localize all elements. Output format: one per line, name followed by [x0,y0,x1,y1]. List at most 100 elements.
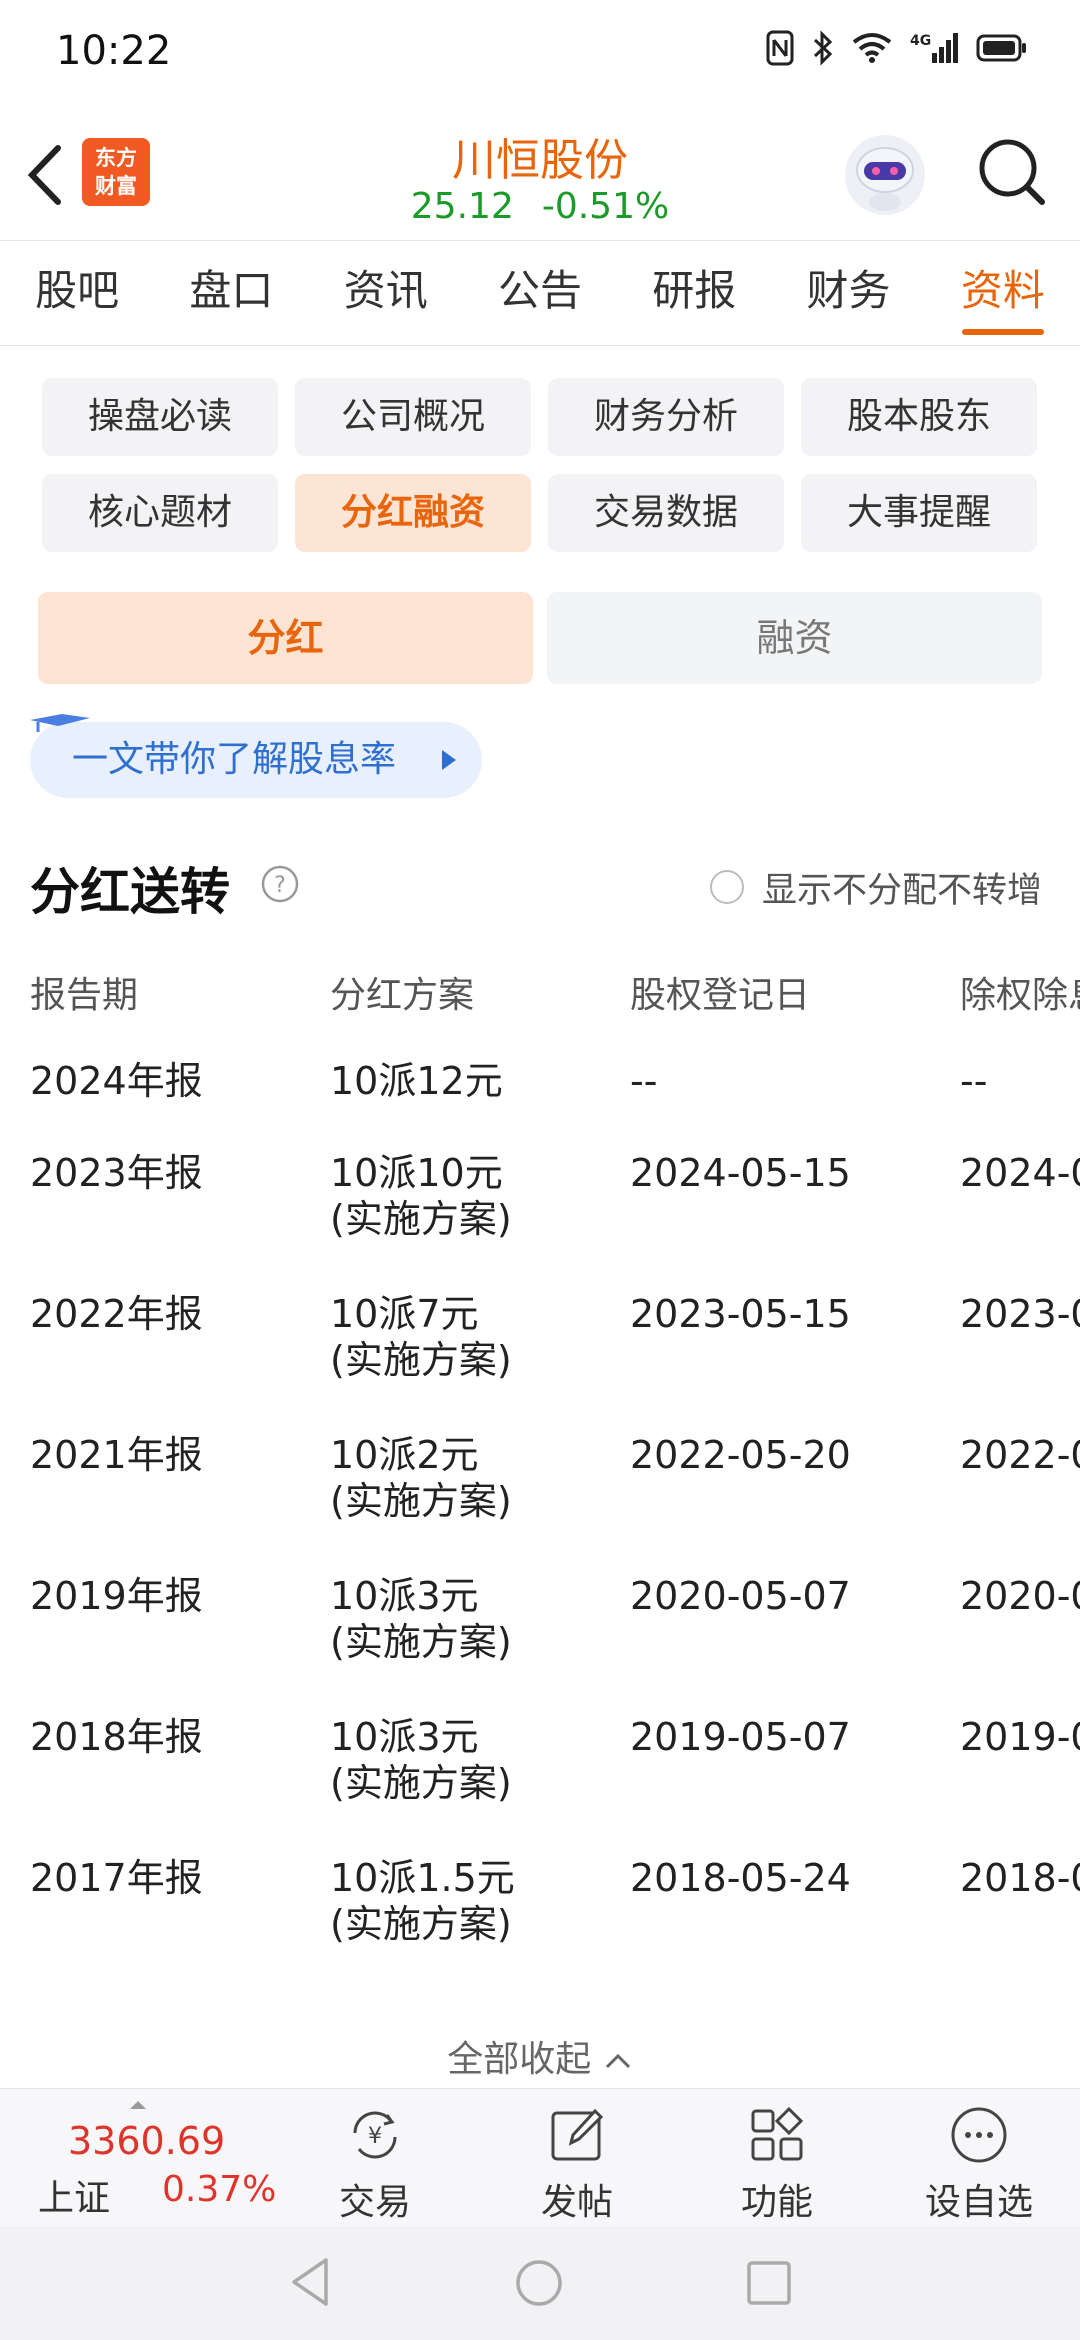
graduation-cap-icon [30,714,90,732]
row-record-date: 2022-05-20 [630,1433,851,1477]
row-record-date: 2020-05-07 [630,1574,851,1618]
row-period: 2021年报 [30,1433,203,1477]
collapse-label: 全部收起 [447,2039,592,2080]
row-plan: 10派1.5元 [330,1856,515,1900]
row-record-date: 2019-05-07 [630,1715,851,1759]
compose-icon [551,2108,604,2161]
index-change[interactable]: 0.37% [162,2169,276,2210]
row-period: 2017年报 [30,1856,203,1900]
row-period: 2022年报 [30,1292,203,1336]
segment-financing[interactable]: 融资 [547,592,1042,684]
nav-back-icon[interactable] [286,2256,334,2308]
row-ex-date: 2023-05-16 [960,1292,1080,1336]
header-ex-date: 除权除息日 [960,975,1080,1016]
nav-recents-icon[interactable] [746,2260,792,2306]
row-record-date: 2018-05-24 [630,1856,851,1900]
header-plan: 分红方案 [330,975,475,1016]
battery-icon [976,34,1026,62]
subnav-company-overview[interactable]: 公司概况 [295,378,531,456]
row-plan-note: (实施方案) [330,1479,512,1523]
help-icon[interactable]: ? [260,864,300,904]
subnav-shareholders[interactable]: 股本股东 [801,378,1037,456]
tab-profile[interactable]: 资料 [926,241,1080,345]
status-icons: 4G [766,30,1028,66]
system-nav-bar [0,2226,1080,2340]
row-plan: 10派3元 [330,1574,479,1618]
svg-text:?: ? [274,873,286,898]
yen-refresh-icon: ¥ [353,2111,397,2159]
assistant-robot-icon[interactable] [842,132,928,218]
dividend-financing-segment: 分红 融资 [38,592,1042,684]
status-time: 10:22 [56,28,172,74]
add-watchlist-label: 设自选 [924,2182,1033,2223]
segment-dividend[interactable]: 分红 [38,592,533,684]
row-plan-note: (实施方案) [330,1338,512,1382]
row-ex-date: 2024-05-16 [960,1151,1080,1195]
row-plan-note: (实施方案) [330,1620,512,1664]
tab-pankou[interactable]: 盘口 [154,241,308,345]
profile-subnav: 操盘必读 公司概况 财务分析 股本股东 核心题材 分红融资 交易数据 大事提醒 [42,378,1038,552]
section-title: 分红送转 [30,863,230,921]
signal-icon: 4G [910,33,958,63]
status-bar: 10:22 4G [0,0,1080,110]
functions-button[interactable]: 功能 [702,2103,852,2225]
main-tabs: 股吧 盘口 资讯 公告 研报 财务 资料 [0,240,1080,346]
show-no-distribution-radio[interactable] [710,870,744,904]
post-button[interactable]: 发帖 [502,2103,652,2225]
functions-label: 功能 [740,2182,813,2223]
header-period: 报告期 [30,975,139,1016]
row-plan: 10派3元 [330,1715,479,1759]
nfc-icon [766,30,794,66]
row-plan: 10派2元 [330,1433,479,1477]
subnav-financial-analysis[interactable]: 财务分析 [548,378,784,456]
play-arrow-icon [442,750,456,770]
tab-news[interactable]: 资讯 [309,241,463,345]
row-ex-date: 2022-05-23 [960,1433,1080,1477]
header-record-date: 股权登记日 [630,975,811,1016]
chevron-up-icon [605,2053,630,2069]
row-record-date: -- [630,1059,658,1103]
row-plan-note: (实施方案) [330,1902,512,1946]
row-record-date: 2023-05-15 [630,1292,851,1336]
row-period: 2024年报 [30,1059,203,1103]
grid-icon [751,2106,804,2161]
promo-label: 一文带你了解股息率 [72,739,397,780]
row-period: 2018年报 [30,1715,203,1759]
index-name[interactable]: 上证 [38,2169,110,2221]
row-plan-note: (实施方案) [330,1761,512,1805]
more-icon [951,2107,1007,2163]
bluetooth-icon [813,30,833,66]
stock-header: 东方 财富 川恒股份 25.12 -0.51% [0,110,1080,240]
row-plan: 10派12元 [330,1059,503,1103]
tab-guba[interactable]: 股吧 [0,241,154,345]
tab-research[interactable]: 研报 [617,241,771,345]
row-period: 2023年报 [30,1151,203,1195]
subnav-events[interactable]: 大事提醒 [801,474,1037,552]
show-no-distribution-label[interactable]: 显示不分配不转增 [762,862,1080,913]
trade-label: 交易 [338,2182,411,2223]
svg-text:¥: ¥ [368,2124,382,2149]
row-plan: 10派10元 [330,1151,503,1195]
row-plan-note: (实施方案) [330,1197,512,1241]
collapse-all-button[interactable]: 全部收起 [0,2030,1080,2082]
subnav-dividend-financing[interactable]: 分红融资 [295,474,531,552]
subnav-core-themes[interactable]: 核心题材 [42,474,278,552]
nav-home-icon[interactable] [514,2258,564,2308]
tab-announcements[interactable]: 公告 [463,241,617,345]
stock-price: 25.12 [410,186,514,227]
row-record-date: 2024-05-15 [630,1151,851,1195]
row-plan: 10派7元 [330,1292,479,1336]
subnav-must-read[interactable]: 操盘必读 [42,378,278,456]
wifi-icon [852,33,892,63]
subnav-trading-data[interactable]: 交易数据 [548,474,784,552]
add-watchlist-button[interactable]: 设自选 [904,2103,1054,2225]
row-ex-date: 2018-05-25 [960,1856,1080,1900]
bottom-toolbar: 3360.69 上证 0.37% ¥ 交易 发帖 功能 设自选 [0,2088,1080,2227]
search-icon[interactable] [976,136,1048,208]
post-label: 发帖 [540,2182,613,2223]
dividend-yield-promo[interactable]: 一文带你了解股息率 [30,714,482,798]
row-period: 2019年报 [30,1574,203,1618]
tab-finance[interactable]: 财务 [771,241,925,345]
index-value[interactable]: 3360.69 [68,2119,225,2163]
trade-button[interactable]: ¥ 交易 [300,2103,450,2225]
